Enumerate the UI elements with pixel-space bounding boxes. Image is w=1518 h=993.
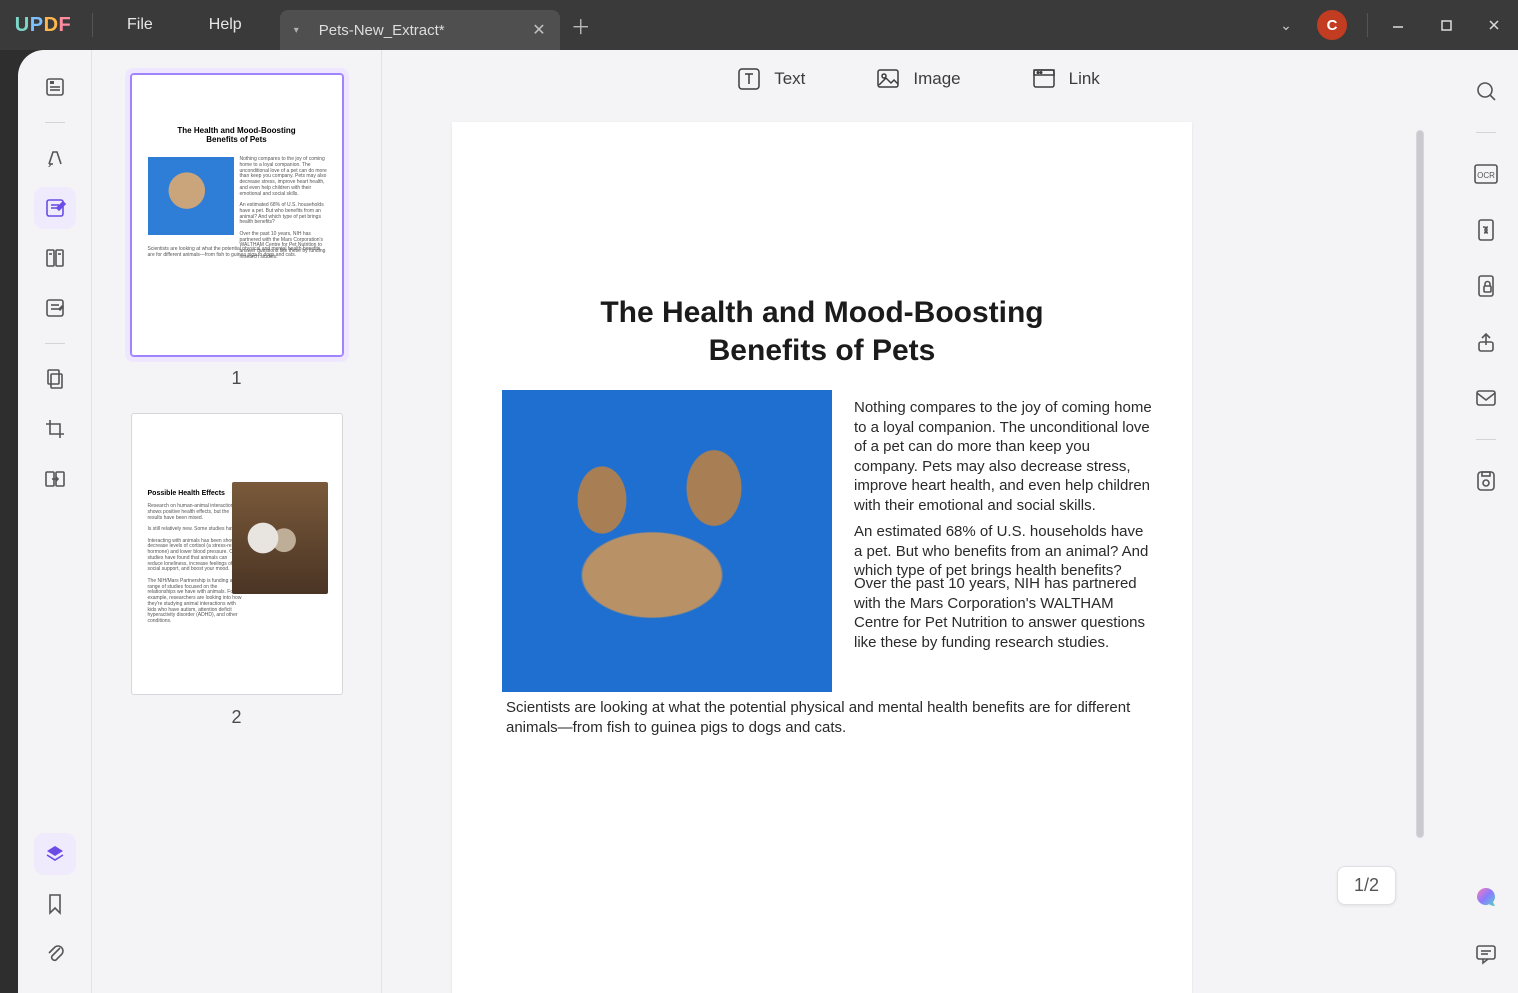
search-icon <box>1474 79 1498 103</box>
svg-text:OCR: OCR <box>1477 171 1495 180</box>
scrollbar-thumb[interactable] <box>1416 130 1424 838</box>
image-icon <box>875 66 901 92</box>
organize-tool[interactable] <box>34 237 76 279</box>
save-button[interactable] <box>1465 460 1507 502</box>
form-icon <box>43 296 67 320</box>
layers-icon <box>43 842 67 866</box>
document-tab[interactable]: ▾ Pets-New_Extract* ✕ <box>280 10 560 50</box>
layers-panel[interactable] <box>34 833 76 875</box>
app-logo[interactable]: UPDF <box>0 0 86 50</box>
account-avatar[interactable]: C <box>1317 10 1347 40</box>
document-paragraph[interactable]: Over the past 10 years, NIH has partnere… <box>854 574 1152 652</box>
edit-link-tool[interactable]: Link <box>1031 66 1100 92</box>
thumbnail-image <box>232 482 328 594</box>
protect-button[interactable] <box>1465 265 1507 307</box>
window-menu-dropdown[interactable]: ⌄ <box>1269 17 1303 34</box>
thumbnail-image <box>148 157 234 235</box>
compare-icon <box>43 467 67 491</box>
document-canvas[interactable]: Text Image Link The Health and Mood-Boos… <box>382 50 1454 993</box>
paperclip-icon <box>44 942 66 966</box>
save-icon <box>1475 469 1497 493</box>
separator <box>45 343 65 344</box>
thumbnail-panel[interactable]: The Health and Mood-BoostingBenefits of … <box>92 50 382 993</box>
reader-tool[interactable] <box>34 66 76 108</box>
tab-dropdown-icon[interactable]: ▾ <box>294 25 299 36</box>
email-button[interactable] <box>1465 377 1507 419</box>
bookmark-panel[interactable] <box>34 883 76 925</box>
thumbnail-page[interactable]: The Health and Mood-BoostingBenefits of … <box>131 74 343 356</box>
edit-icon <box>43 196 67 220</box>
ai-icon <box>1473 885 1499 911</box>
convert-icon <box>1475 217 1497 243</box>
bookmark-icon <box>44 892 66 916</box>
separator <box>1367 13 1368 37</box>
protect-icon <box>1475 273 1497 299</box>
document-page[interactable]: The Health and Mood-Boosting Benefits of… <box>452 122 1192 993</box>
ai-button[interactable] <box>1465 877 1507 919</box>
comment-tool[interactable] <box>34 137 76 179</box>
chat-button[interactable] <box>1465 933 1507 975</box>
workspace: The Health and Mood-BoostingBenefits of … <box>18 50 1518 993</box>
document-paragraph[interactable]: Scientists are looking at what the poten… <box>506 698 1132 737</box>
document-paragraph[interactable]: Nothing compares to the joy of coming ho… <box>854 398 1152 515</box>
ocr-icon: OCR <box>1473 163 1499 185</box>
title-bar: UPDF File Help ▾ Pets-New_Extract* ✕ ＋ ⌄… <box>0 0 1518 50</box>
right-toolbar: OCR <box>1454 50 1518 993</box>
share-button[interactable] <box>1465 321 1507 363</box>
chat-icon <box>1474 942 1498 966</box>
vertical-scrollbar[interactable] <box>1416 130 1424 860</box>
edit-text-tool[interactable]: Text <box>736 66 805 92</box>
document-paragraph[interactable]: An estimated 68% of U.S. households have… <box>854 522 1152 581</box>
edit-toolbar: Text Image Link <box>382 50 1454 108</box>
reader-icon <box>43 75 67 99</box>
document-title[interactable]: The Health and Mood-Boosting Benefits of… <box>452 294 1192 369</box>
thumbnail-page[interactable]: Possible Health Effects Research on huma… <box>131 413 343 695</box>
new-tab-button[interactable]: ＋ <box>560 11 602 40</box>
separator <box>92 13 93 37</box>
separator <box>45 122 65 123</box>
thumbnail-2[interactable]: Possible Health Effects Research on huma… <box>131 413 343 728</box>
window-minimize[interactable] <box>1374 0 1422 50</box>
attachment-panel[interactable] <box>34 933 76 975</box>
page-tools[interactable] <box>34 358 76 400</box>
thumbnail-number: 2 <box>231 707 241 728</box>
text-icon <box>736 66 762 92</box>
thumbnail-1[interactable]: The Health and Mood-BoostingBenefits of … <box>131 74 343 389</box>
link-icon <box>1031 66 1057 92</box>
menu-help[interactable]: Help <box>181 0 270 50</box>
thumbnail-number: 1 <box>231 368 241 389</box>
pages-icon <box>43 367 67 391</box>
crop-tool[interactable] <box>34 408 76 450</box>
search-button[interactable] <box>1465 70 1507 112</box>
organize-icon <box>43 246 67 270</box>
left-toolbar <box>18 50 92 993</box>
form-tool[interactable] <box>34 287 76 329</box>
share-icon <box>1474 330 1498 354</box>
tab-close-icon[interactable]: ✕ <box>532 20 545 40</box>
separator <box>1476 132 1496 133</box>
tab-title: Pets-New_Extract* <box>319 22 445 39</box>
convert-button[interactable] <box>1465 209 1507 251</box>
crop-icon <box>43 417 67 441</box>
compare-tool[interactable] <box>34 458 76 500</box>
window-maximize[interactable] <box>1422 0 1470 50</box>
page-indicator[interactable]: 1/2 <box>1337 866 1396 905</box>
document-image[interactable] <box>502 390 832 692</box>
menu-file[interactable]: File <box>99 0 181 50</box>
separator <box>1476 439 1496 440</box>
window-close[interactable] <box>1470 0 1518 50</box>
email-icon <box>1474 388 1498 408</box>
highlighter-icon <box>43 146 67 170</box>
edit-tool[interactable] <box>34 187 76 229</box>
ocr-button[interactable]: OCR <box>1465 153 1507 195</box>
edit-image-tool[interactable]: Image <box>875 66 960 92</box>
